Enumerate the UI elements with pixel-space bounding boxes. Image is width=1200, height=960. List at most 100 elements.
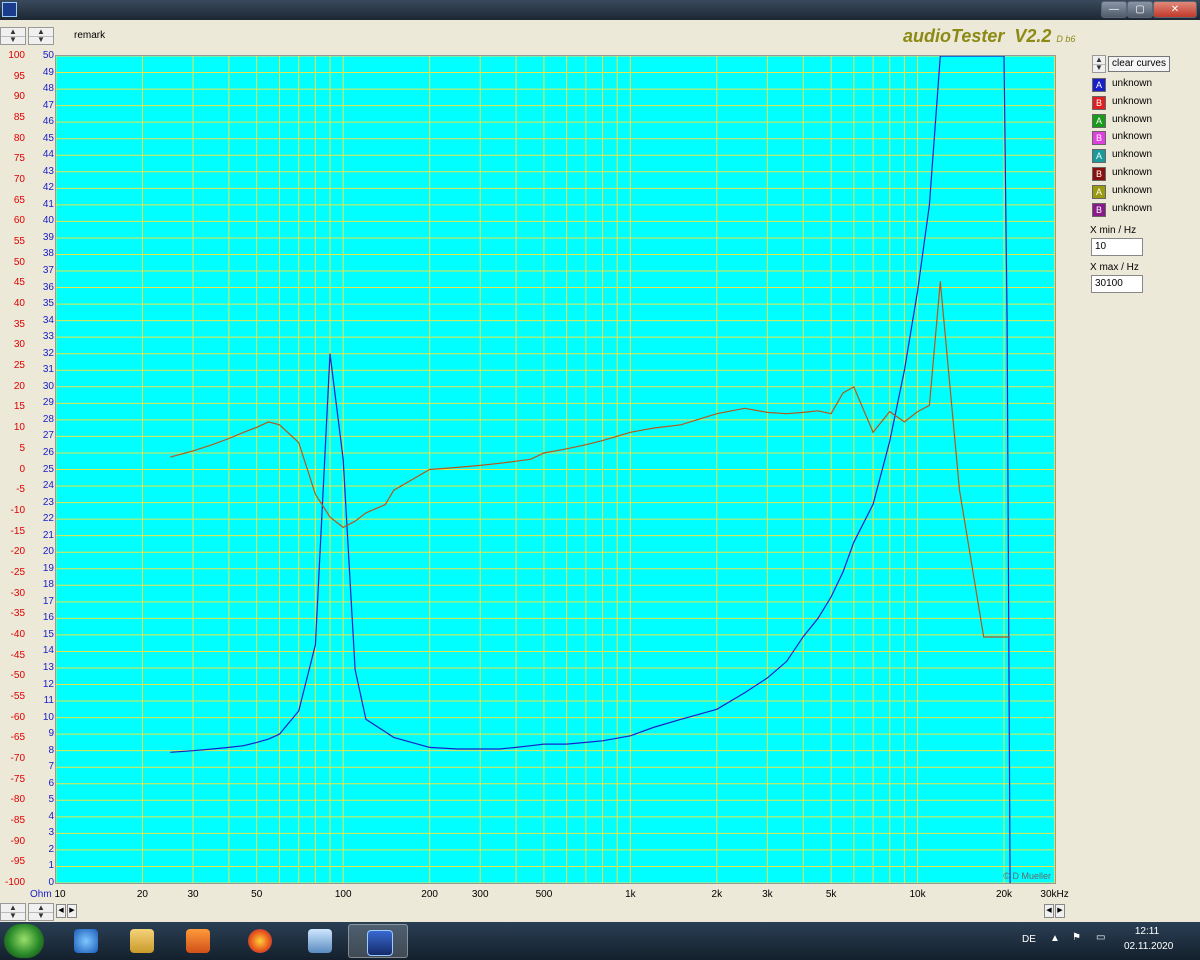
impedance-tick-label: 16 [42,612,54,624]
clock-date[interactable]: 02.11.2020 [1124,941,1173,952]
spinner-down-icon[interactable]: ▼ [1,36,25,44]
phase-tick-label: 45 [13,277,25,289]
phase-tick-label: 15 [13,401,25,413]
clear-curves-button[interactable]: clear curves [1108,56,1170,72]
spinner-down-icon[interactable]: ▼ [1093,64,1105,72]
impedance-tick-label: 4 [48,810,54,822]
phase-tick-label: -30 [10,587,25,599]
legend-label: unknown [1112,131,1153,143]
phase-tick-label: 90 [13,91,25,103]
maximize-button[interactable]: ▢ [1127,1,1153,18]
phase-tick-label: -65 [10,732,25,744]
phase-tick-label: 10 [13,422,25,434]
impedance-tick-label: 48 [42,83,54,95]
legend-color-swatch[interactable]: B [1092,167,1106,181]
phase-tick-label: -55 [10,690,25,702]
impedance-tick-label: 10 [42,711,54,723]
phase-tick-label: 65 [13,194,25,206]
impedance-tick-label: 26 [42,446,54,458]
phase-tick-label: 30 [13,339,25,351]
legend-spinner[interactable]: ▲ ▼ [1092,55,1106,73]
phase-tick-label: 100 [8,50,25,61]
firefox-icon [248,929,272,953]
impedance-unit-label: Ohm [30,889,52,900]
scroll-right-button-right[interactable]: ▶ [1055,904,1065,918]
phase-tick-label: 50 [13,256,25,268]
impedance-tick-label: 8 [48,744,54,756]
frequency-tick-label: 2k [711,889,723,900]
tray-expand-icon[interactable]: ▲ [1050,933,1060,944]
scale-spinner-bottom-1[interactable]: ▲ ▼ [0,903,26,921]
legend-color-swatch[interactable]: A [1092,113,1106,128]
impedance-tick-label: 13 [42,661,54,673]
frequency-tick-label: 10 [54,889,66,900]
app-icon[interactable] [2,2,17,17]
frequency-tick-label: 3k [762,889,773,900]
phase-tick-label: -100 [4,877,25,888]
impedance-tick-label: 11 [43,695,54,707]
taskbar-ie[interactable] [56,924,116,958]
scroll-left-button-right[interactable]: ◀ [1044,904,1054,918]
spinner-down-icon[interactable]: ▼ [29,912,53,920]
spinner-down-icon[interactable]: ▼ [29,36,53,44]
scroll-right-button[interactable]: ▶ [67,904,77,918]
legend-color-swatch[interactable]: B [1092,131,1106,146]
minimize-button[interactable]: — [1101,1,1127,18]
impedance-tick-label: 17 [42,595,54,607]
image-viewer-icon [308,929,332,953]
scale-spinner-bottom-2[interactable]: ▲ ▼ [28,903,54,921]
impedance-tick-label: 3 [48,827,54,839]
phase-tick-label: 35 [13,318,25,330]
impedance-tick-label: 37 [42,265,54,277]
taskbar-explorer[interactable] [112,924,172,958]
impedance-tick-label: 21 [42,529,54,541]
phase-tick-label: 70 [13,174,25,186]
frequency-tick-label: 30kHz [1040,889,1069,900]
close-button[interactable]: ✕ [1153,1,1197,18]
frequency-tick-label: 100 [334,889,352,900]
remark-label[interactable]: remark [74,30,105,41]
plot-area[interactable]: © D Mueller [55,55,1056,884]
phase-tick-label: 95 [13,70,25,82]
window-titlebar: — ▢ ✕ [0,0,1200,20]
phase-tick-label: -20 [10,546,25,558]
taskbar-firefox[interactable] [230,924,290,958]
legend-color-swatch[interactable]: A [1092,78,1106,92]
phase-tick-label: -95 [10,856,25,868]
xmin-field[interactable]: 10 [1091,238,1143,256]
spinner-down-icon[interactable]: ▼ [1,912,25,920]
language-indicator[interactable]: DE [1022,934,1036,945]
impedance-tick-label: 44 [42,149,54,161]
legend-label: unknown [1112,113,1153,125]
xmax-label: X max / Hz [1090,262,1139,273]
action-center-flag-icon[interactable]: ⚑ [1072,932,1081,943]
start-button[interactable] [4,924,44,958]
impedance-tick-label: 7 [48,761,54,773]
impedance-tick-label: 39 [42,231,54,243]
taskbar-media-player[interactable] [168,924,228,958]
frequency-tick-label: 50 [251,889,263,900]
impedance-tick-label: 15 [42,628,54,640]
network-icon[interactable]: ▭ [1096,932,1105,943]
impedance-tick-label: 30 [42,380,54,392]
phase-tick-label: 5 [19,442,25,454]
clock-time[interactable]: 12:11 [1130,926,1164,937]
media-player-icon [186,929,210,953]
scroll-left-button[interactable]: ◀ [56,904,66,918]
impedance-tick-label: 47 [42,99,54,111]
impedance-tick-label: 1 [48,860,54,872]
impedance-scale-spinner[interactable]: ▲ ▼ [28,27,54,45]
phase-scale-spinner[interactable]: ▲ ▼ [0,27,26,45]
phase-tick-label: -15 [10,525,25,537]
legend-color-swatch[interactable]: B [1092,95,1106,110]
xmax-field[interactable]: 30100 [1091,275,1143,293]
taskbar-image-viewer[interactable] [290,924,350,958]
phase-tick-label: -10 [10,504,25,516]
internet-explorer-icon [74,929,98,953]
legend-color-swatch[interactable]: A [1092,184,1106,199]
phase-tick-label: 0 [19,463,25,475]
legend-color-swatch[interactable]: A [1092,149,1106,164]
legend-color-swatch[interactable]: B [1092,202,1106,217]
taskbar-audiotester[interactable] [348,924,408,958]
phase-tick-label: 80 [13,132,25,144]
